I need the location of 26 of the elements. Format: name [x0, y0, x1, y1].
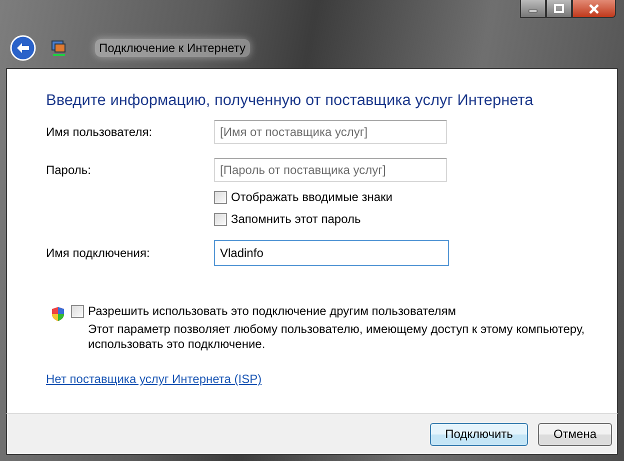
- input-field[interactable]: [Имя от поставщика услуг]: [214, 120, 447, 144]
- close-button[interactable]: [572, 0, 616, 18]
- network-icon: [51, 39, 67, 57]
- checkbox-label: Запомнить этот пароль: [231, 212, 361, 226]
- back-button[interactable]: [9, 34, 37, 62]
- dialog-button[interactable]: Подключить: [430, 422, 528, 446]
- minimize-button[interactable]: [520, 0, 546, 18]
- instruction-heading: Введите информацию, полученную от поставщика услуг Интернета: [46, 92, 534, 110]
- window-title: Подключение к Интернету: [95, 39, 250, 57]
- close-icon: [588, 4, 600, 14]
- input-field[interactable]: Vladinfo: [214, 240, 449, 266]
- checkbox[interactable]: [71, 304, 84, 318]
- maximize-button[interactable]: [546, 0, 572, 18]
- checkbox[interactable]: [214, 212, 227, 226]
- description-text: Этот параметр позволяет любому пользователю, имеющему доступ к этому компьютеру, использовать это подключение.: [88, 322, 586, 352]
- maximize-icon: [553, 4, 565, 14]
- checkbox-label: Отображать вводимые знаки: [231, 190, 392, 204]
- field-label: Имя пользователя:: [46, 125, 154, 139]
- field-label: Пароль:: [46, 163, 92, 177]
- checkbox[interactable]: [214, 190, 227, 204]
- checkbox-label: Разрешить использовать это подключение другим пользователям: [88, 304, 456, 318]
- input-field[interactable]: [Пароль от поставщика услуг]: [214, 158, 447, 182]
- shield-icon: [51, 306, 65, 322]
- no-isp-link[interactable]: Нет поставщика услуг Интернета (ISP): [46, 372, 262, 386]
- dialog-button[interactable]: Отмена: [538, 422, 612, 446]
- field-label: Имя подключения:: [46, 246, 151, 260]
